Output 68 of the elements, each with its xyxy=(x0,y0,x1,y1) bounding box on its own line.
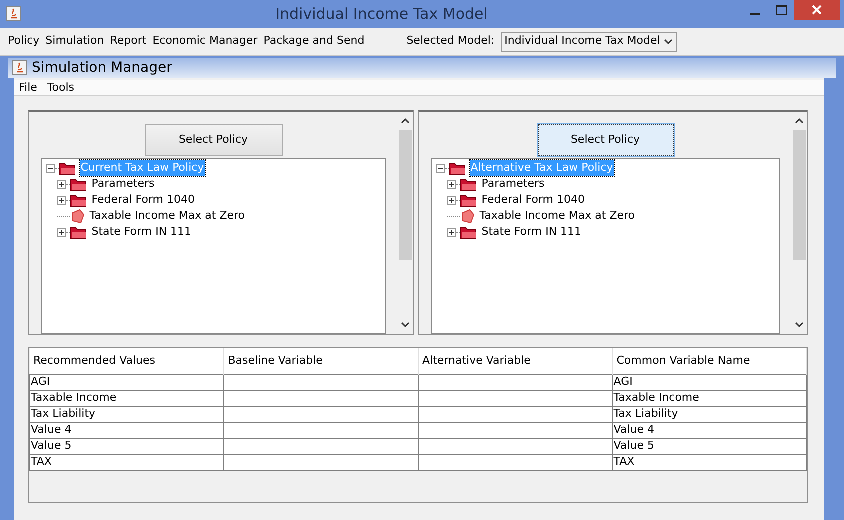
expander-icon[interactable] xyxy=(57,196,66,204)
select-policy-button[interactable]: Select Policy xyxy=(144,124,282,156)
scroll-up-icon[interactable] xyxy=(795,118,804,124)
folder-icon xyxy=(460,176,478,192)
table-cell: TAX xyxy=(612,454,806,470)
table-cell: Value 4 xyxy=(612,422,806,438)
window-title: Individual Income Tax Model xyxy=(274,4,489,25)
folder-icon xyxy=(70,192,88,208)
menu-item[interactable]: Economic Manager xyxy=(152,33,258,50)
column-header[interactable]: Common Variable Name xyxy=(612,348,806,374)
column-header[interactable]: Alternative Variable xyxy=(418,348,612,374)
tree-item[interactable]: Taxable Income Max at Zero xyxy=(478,208,636,224)
table-cell: Tax Liability xyxy=(30,406,224,422)
folder-icon xyxy=(70,176,88,192)
folder-icon xyxy=(59,160,77,176)
tree-item[interactable]: Federal Form 1040 xyxy=(480,192,586,208)
menu-item[interactable]: Report xyxy=(110,33,147,50)
maximize-icon xyxy=(776,5,786,15)
tree-item[interactable]: State Form IN 111 xyxy=(90,224,193,240)
window-icon xyxy=(12,60,28,76)
model-label: Selected Model: xyxy=(406,33,495,50)
scrollbar-thumb[interactable] xyxy=(399,130,412,260)
model-dropdown[interactable]: Individual Income Tax Model xyxy=(500,32,678,52)
column-header[interactable]: Baseline Variable xyxy=(224,348,418,374)
scrollbar-thumb[interactable] xyxy=(793,130,806,260)
app-icon xyxy=(6,6,22,22)
minimize-icon xyxy=(750,12,760,14)
table-cell: TAX xyxy=(30,454,224,470)
leaf-icon xyxy=(70,208,86,224)
expander-icon[interactable] xyxy=(46,164,55,172)
folder-icon xyxy=(460,192,478,208)
table-cell: AGI xyxy=(612,374,806,390)
tree-item[interactable]: State Form IN 111 xyxy=(480,224,583,240)
caret-icon xyxy=(664,38,674,44)
menu-item[interactable]: Simulation xyxy=(46,33,104,50)
table-cell: AGI xyxy=(30,374,224,390)
tree-item[interactable]: Parameters xyxy=(90,176,156,192)
menu-item[interactable]: Tools xyxy=(47,80,75,95)
table-cell: Tax Liability xyxy=(612,406,806,422)
menu-item[interactable]: Policy xyxy=(8,33,40,50)
expander-icon[interactable] xyxy=(447,196,456,204)
scroll-down-icon[interactable] xyxy=(795,322,804,328)
table-cell: Taxable Income xyxy=(30,390,224,406)
tree-item[interactable]: Taxable Income Max at Zero xyxy=(88,208,246,224)
close-button[interactable] xyxy=(794,0,840,20)
scroll-up-icon[interactable] xyxy=(401,118,410,124)
leaf-icon xyxy=(460,208,476,224)
table-cell: Taxable Income xyxy=(612,390,806,406)
expander-icon[interactable] xyxy=(57,228,66,236)
menu-item[interactable]: Package and Send xyxy=(264,33,365,50)
close-icon xyxy=(812,5,822,15)
tree-item[interactable]: Parameters xyxy=(480,176,546,192)
folder-icon xyxy=(460,224,478,240)
select-policy-button[interactable]: Select Policy xyxy=(538,124,674,156)
column-header[interactable]: Recommended Values xyxy=(30,348,224,374)
table-cell: Value 5 xyxy=(612,438,806,454)
folder-icon xyxy=(70,224,88,240)
expander-icon[interactable] xyxy=(57,180,66,188)
folder-icon xyxy=(449,160,467,176)
table-cell: Value 5 xyxy=(30,438,224,454)
expander-icon[interactable] xyxy=(447,228,456,236)
scroll-down-icon[interactable] xyxy=(401,322,410,328)
expander-icon[interactable] xyxy=(447,180,456,188)
expander-icon[interactable] xyxy=(436,164,445,172)
menu-item[interactable]: File xyxy=(19,80,38,95)
inner-window-title: Simulation Manager xyxy=(32,58,172,78)
tree-item[interactable]: Federal Form 1040 xyxy=(90,192,196,208)
table-cell: Value 4 xyxy=(30,422,224,438)
